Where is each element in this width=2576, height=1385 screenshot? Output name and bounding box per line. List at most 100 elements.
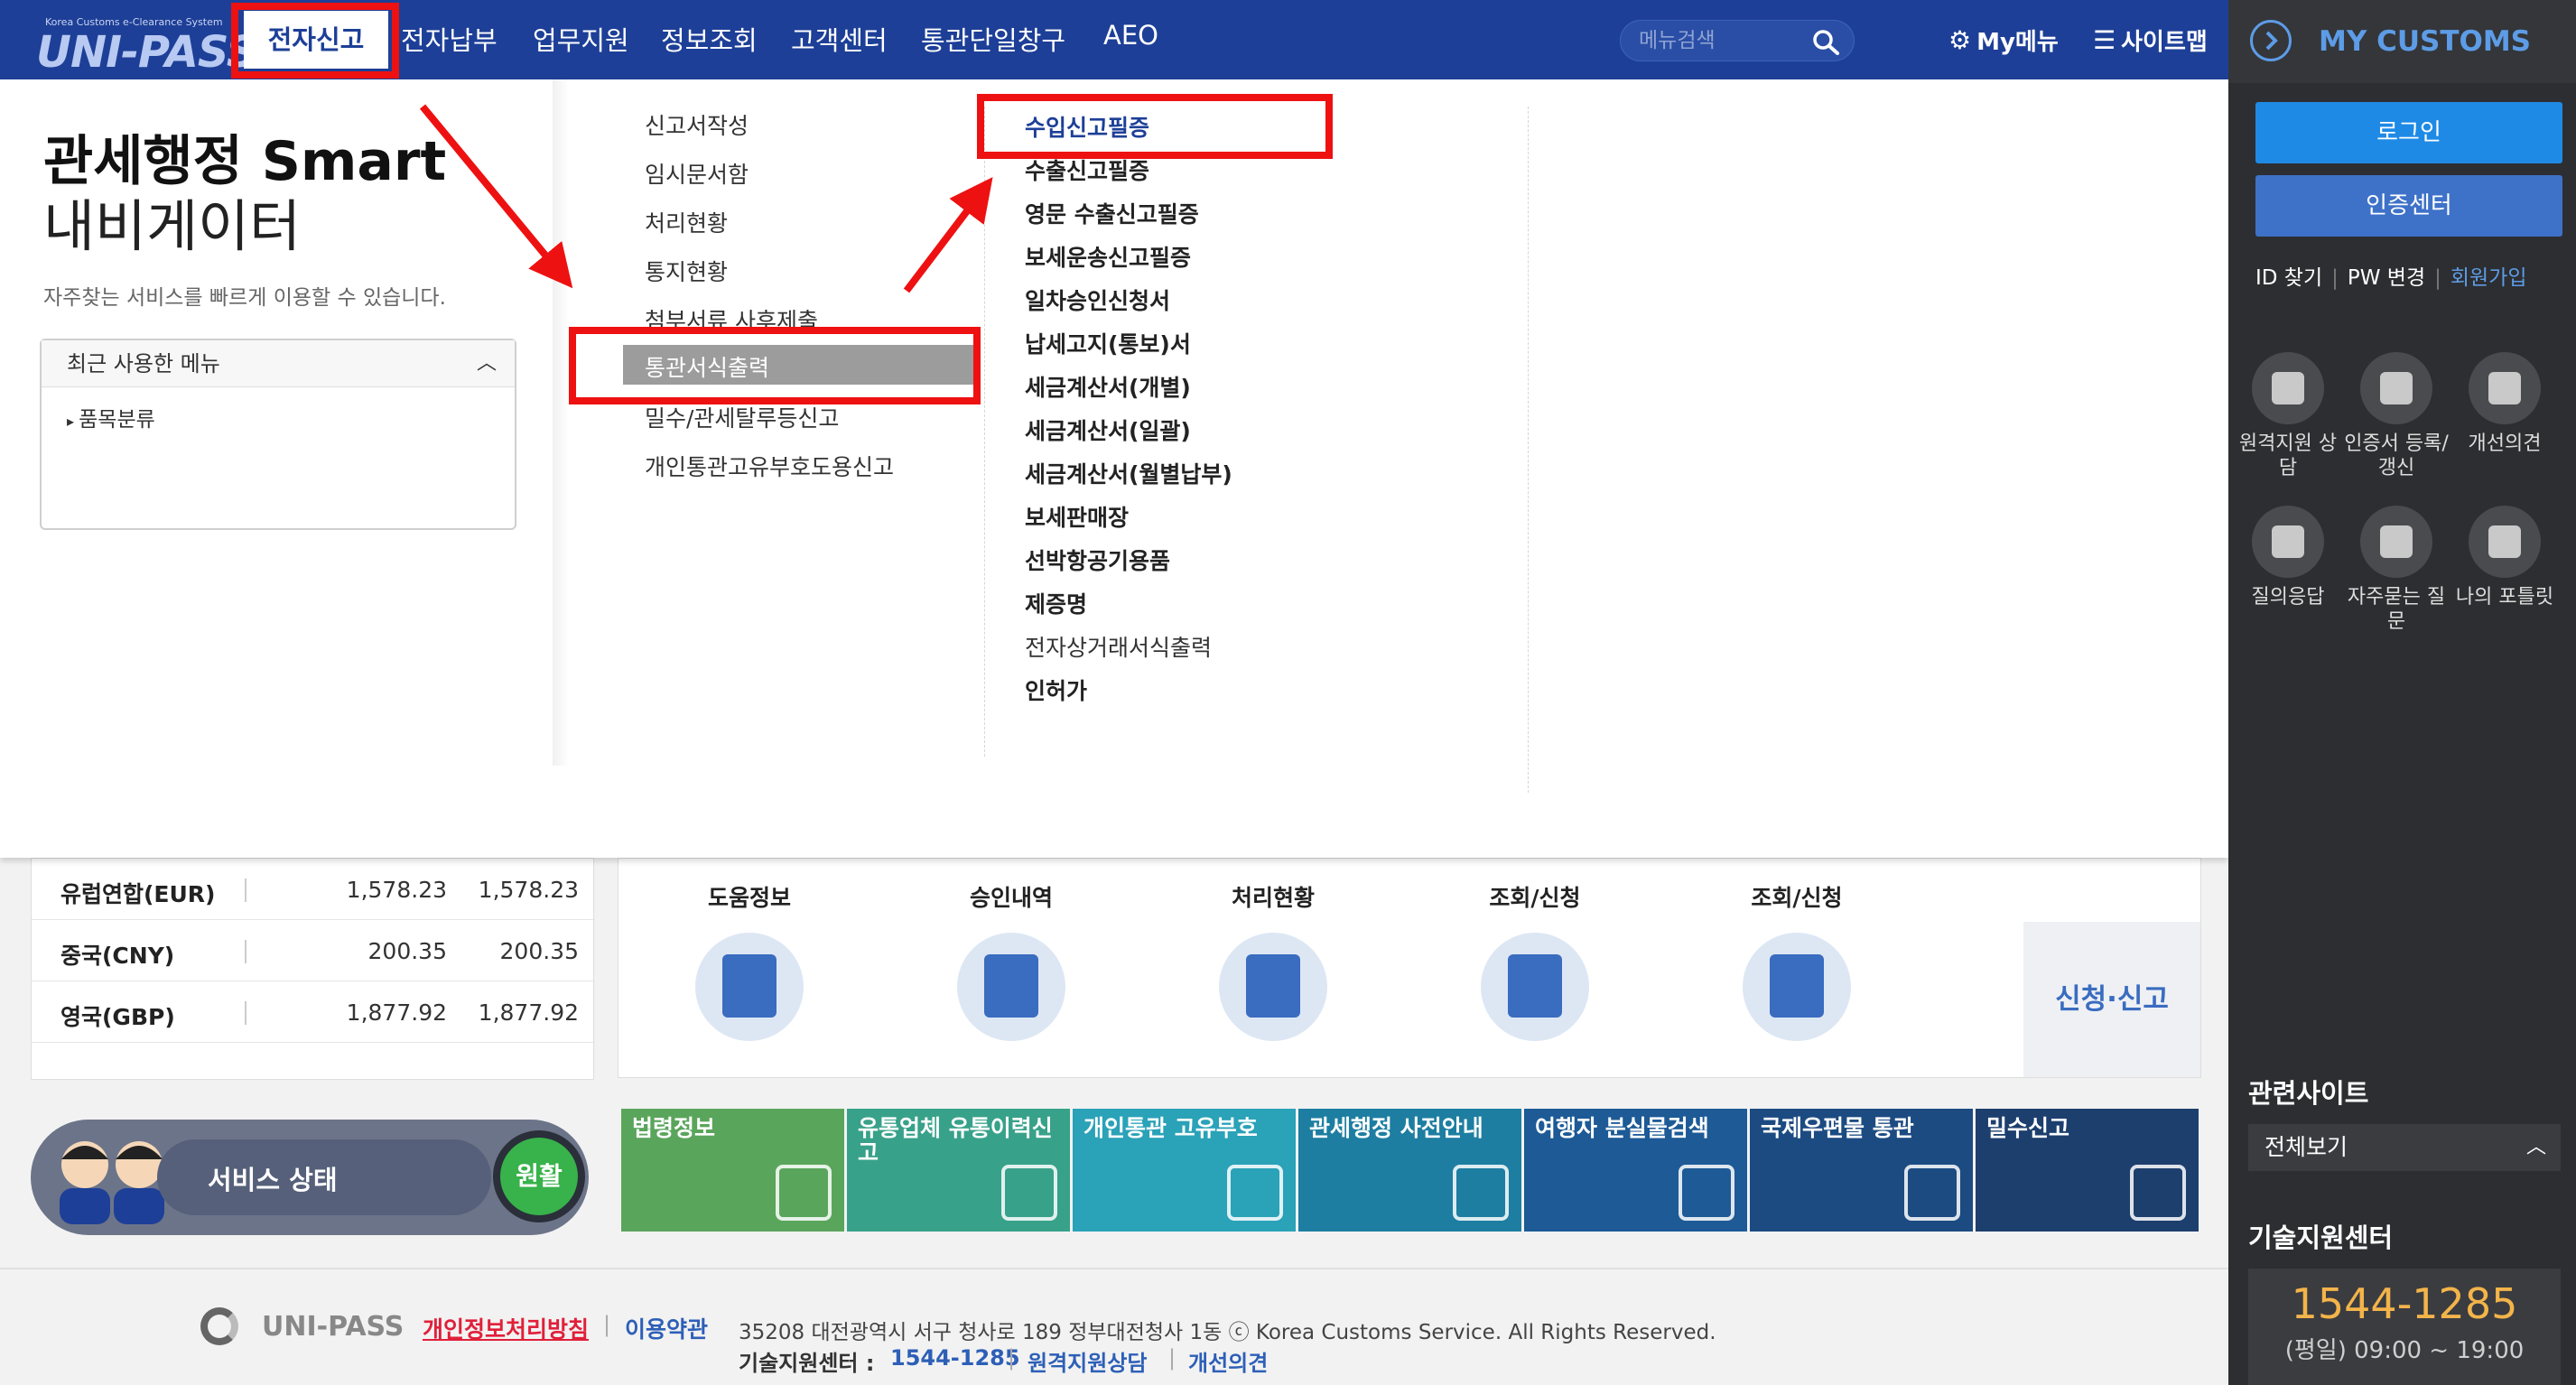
- improvement-link[interactable]: 개선의견: [1188, 1345, 1268, 1377]
- quick-label: 자주묻는 질문: [2347, 586, 2446, 633]
- terms-link[interactable]: 이용약관: [625, 1312, 708, 1344]
- menu-item-tax-invoice-monthly[interactable]: 세금계산서(월별납부): [1025, 457, 1232, 489]
- quick-certificate[interactable]: 인증서 등록/갱신: [2342, 352, 2450, 480]
- related-sites-select[interactable]: 전체보기 ︿: [2248, 1124, 2561, 1171]
- cert-center-button[interactable]: 인증센터: [2255, 175, 2562, 237]
- menu-item-certificates[interactable]: 제증명: [1025, 587, 1087, 619]
- menu-item-tax-invoice-individual[interactable]: 세금계산서(개별): [1025, 370, 1191, 403]
- tile-distribution-report[interactable]: 유통업체 유통이력신고: [847, 1109, 1070, 1232]
- quick-remote-support[interactable]: 원격지원 상담: [2234, 352, 2342, 480]
- menu-item-english-export-certificate[interactable]: 영문 수출신고필증: [1025, 197, 1199, 229]
- tile-label: 밀수신고: [1986, 1115, 2070, 1141]
- table-row: 영국(GBP) 1,877.92 1,877.92: [32, 981, 595, 1043]
- footer-divider: [0, 1268, 2228, 1269]
- menu-item-form-writing[interactable]: 신고서작성: [645, 108, 749, 141]
- tile-personal-customs-code[interactable]: 개인통관 고유부호: [1073, 1109, 1296, 1232]
- tile-international-mail[interactable]: 국제우편물 통관: [1750, 1109, 1973, 1232]
- tech-support-box: 1544-1285 (평일) 09:00 ~ 19:00: [2248, 1269, 2561, 1385]
- tile-advance-guidance[interactable]: 관세행정 사전안내: [1298, 1109, 1521, 1232]
- service-lookup-apply-2[interactable]: 조회/신청: [1666, 859, 1928, 1079]
- service-lookup-apply[interactable]: 조회/신청: [1404, 859, 1666, 1079]
- menu-item-notice-status[interactable]: 통지현황: [645, 255, 728, 287]
- status-value: 원활: [500, 1138, 578, 1215]
- tech-support-title: 기술지원센터: [2248, 1222, 2394, 1253]
- service-approval-history[interactable]: 승인내역: [880, 859, 1142, 1079]
- menu-item-permits[interactable]: 인허가: [1025, 674, 1087, 706]
- privacy-policy-link[interactable]: 개인정보처리방침: [423, 1312, 589, 1344]
- quick-qna[interactable]: 질의응답: [2234, 506, 2342, 609]
- recent-menu-header[interactable]: 최근 사용한 메뉴 ︿: [42, 340, 515, 387]
- quick-label: 개선의견: [2468, 432, 2542, 455]
- nav-item-customer-center[interactable]: 고객센터: [791, 20, 888, 58]
- service-label: 승인내역: [969, 885, 1053, 911]
- tile-label: 여행자 분실물검색: [1535, 1115, 1709, 1141]
- nav-item-business-support[interactable]: 업무지원: [533, 20, 629, 58]
- service-help-info[interactable]: 도움정보: [618, 859, 880, 1079]
- tile-label: 법령정보: [632, 1115, 716, 1141]
- globe-search-icon: [1743, 933, 1851, 1041]
- menu-item-bonded-transport-certificate[interactable]: 보세운송신고필증: [1025, 240, 1191, 273]
- open-book-icon: [776, 1165, 832, 1221]
- tile-label: 국제우편물 통관: [1761, 1115, 1914, 1141]
- exchange-rate-panel: 유럽연합(EUR) 1,578.23 1,578.23 중국(CNY) 200.…: [31, 858, 595, 1080]
- menu-item-duty-free-shop[interactable]: 보세판매장: [1025, 500, 1129, 533]
- menu-item-tax-notice[interactable]: 납세고지(통보)서: [1025, 327, 1191, 359]
- menu-item-tax-invoice-batch[interactable]: 세금계산서(일괄): [1025, 414, 1191, 446]
- menu-search-input[interactable]: [1639, 26, 1801, 55]
- chevron-right-icon[interactable]: [2250, 20, 2292, 61]
- nav-item-aeo[interactable]: AEO: [1103, 20, 1158, 51]
- quick-portlet[interactable]: 나의 포틀릿: [2450, 506, 2559, 609]
- service-processing-status[interactable]: 처리현황: [1142, 859, 1404, 1079]
- search-icon[interactable]: [1810, 28, 1841, 55]
- nav-item-single-window[interactable]: 통관단일창구: [921, 20, 1065, 58]
- menu-item-smuggling-report[interactable]: 밀수/관세탈루등신고: [645, 401, 839, 433]
- tile-lost-item-search[interactable]: 여행자 분실물검색: [1524, 1109, 1747, 1232]
- currency-name: 유럽연합(EUR): [60, 881, 216, 907]
- join-link[interactable]: 회원가입: [2450, 266, 2527, 290]
- table-row: 중국(CNY) 200.35 200.35: [32, 920, 595, 981]
- service-label: 조회/신청: [1751, 885, 1843, 911]
- tech-support-phone: 1544-1285: [2291, 1279, 2518, 1328]
- menu-item-temp-docs[interactable]: 임시문서함: [645, 157, 749, 190]
- apply-declare-tab[interactable]: 신청·신고: [2023, 922, 2200, 1077]
- menu-item-code-misuse-report[interactable]: 개인통관고유부호도용신고: [645, 450, 894, 482]
- tile-smuggling-report[interactable]: 밀수신고: [1976, 1109, 2199, 1232]
- my-menu-button[interactable]: ⚙ My메뉴: [1948, 23, 2059, 57]
- my-customs-header: MY CUSTOMS: [2228, 0, 2576, 83]
- bullet-icon: ▸: [67, 413, 79, 430]
- unipass-logo[interactable]: Korea Customs e-Clearance System UNI-PAS…: [29, 11, 257, 78]
- tile-law-info[interactable]: 법령정보: [621, 1109, 844, 1232]
- import-document-icon: [957, 933, 1065, 1041]
- remote-support-icon: [2252, 352, 2324, 424]
- quick-service-panel: 도움정보 승인내역 처리현황 조회/신청 조회/신청 신청·신고: [618, 858, 2201, 1078]
- quick-faq[interactable]: 자주묻는 질문: [2342, 506, 2450, 634]
- chevron-up-icon: ︿: [2525, 1136, 2546, 1158]
- nav-item-info-lookup[interactable]: 정보조회: [661, 20, 758, 58]
- rate-value: 200.35: [367, 938, 447, 964]
- portlet-icon: [2469, 506, 2541, 578]
- find-id-link[interactable]: ID 찾기: [2255, 266, 2322, 290]
- column-separator: [1528, 107, 1529, 793]
- menu-item-ecommerce-form-print[interactable]: 전자상거래서식출력: [1025, 630, 1212, 663]
- unipass-emblem-icon: [200, 1307, 238, 1345]
- rate-value: 1,578.23: [346, 877, 447, 903]
- footer-tech-number[interactable]: 1544-1285: [890, 1345, 1020, 1371]
- recent-menu-box: 최근 사용한 메뉴 ︿ ▸ 품목분류: [40, 339, 516, 530]
- pw-change-link[interactable]: PW 변경: [2348, 266, 2425, 290]
- service-label: 조회/신청: [1489, 885, 1581, 911]
- menu-item-process-status[interactable]: 처리현황: [645, 206, 728, 238]
- login-button[interactable]: 로그인: [2255, 102, 2562, 163]
- nav-item-electronic-payment[interactable]: 전자납부: [401, 20, 498, 58]
- quick-feedback[interactable]: 개선의견: [2450, 352, 2559, 456]
- remote-support-link[interactable]: 원격지원상담: [1028, 1345, 1147, 1377]
- link-separator: |: [2434, 266, 2441, 290]
- related-sites-title: 관련사이트: [2248, 1078, 2369, 1109]
- recent-menu-item[interactable]: ▸ 품목분류: [42, 387, 515, 432]
- column-separator: [984, 107, 985, 757]
- menu-item-approval-application[interactable]: 일차승인신청서: [1025, 284, 1170, 316]
- service-status-widget: 서비스 상태 원활: [31, 1120, 589, 1235]
- sitemap-button[interactable]: ☰ 사이트맵: [2093, 23, 2208, 57]
- footer-separator: |: [1008, 1345, 1016, 1371]
- menu-item-ship-aircraft-supplies[interactable]: 선박항공기용품: [1025, 544, 1170, 576]
- recent-menu-label: 품목분류: [79, 408, 155, 432]
